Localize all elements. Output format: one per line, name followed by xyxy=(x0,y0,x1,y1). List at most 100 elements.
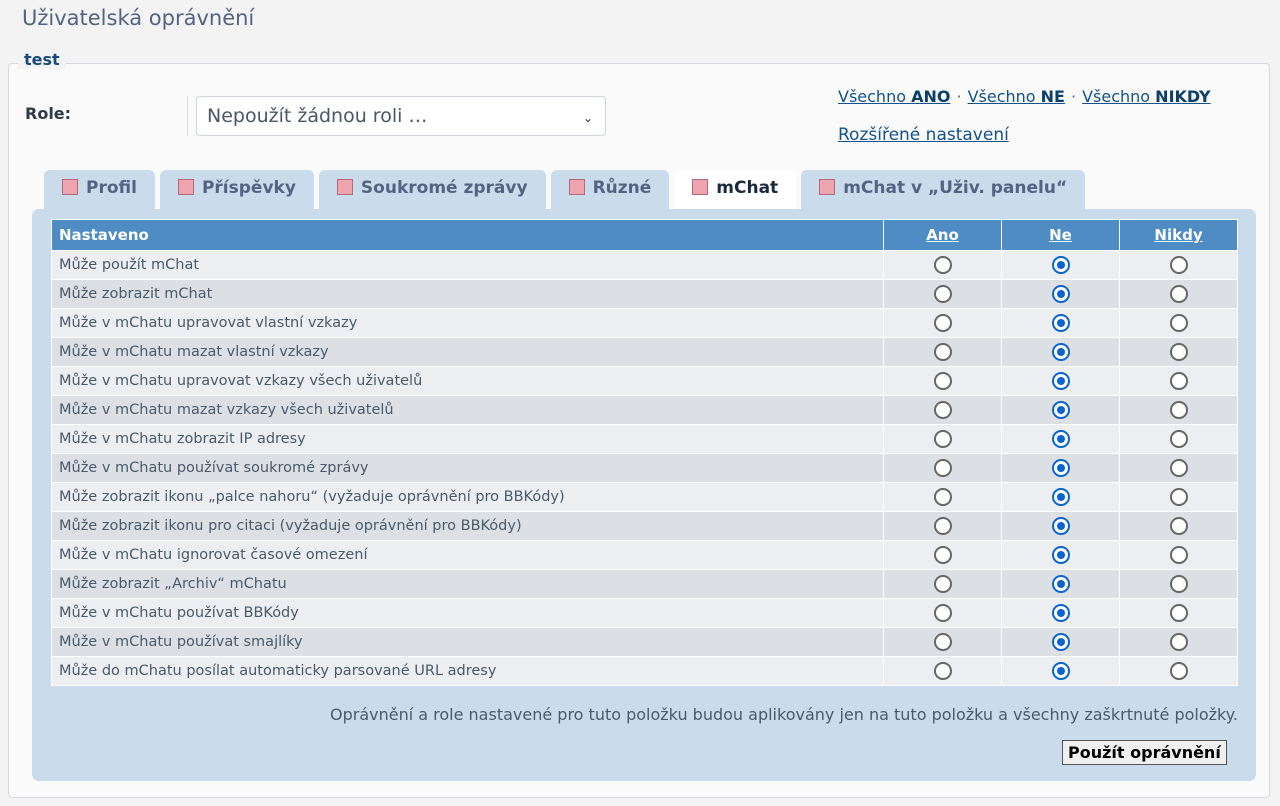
radio-no[interactable] xyxy=(1051,517,1070,535)
radio-yes[interactable] xyxy=(933,256,952,274)
radio-cell-no xyxy=(1001,395,1120,425)
radio-never[interactable] xyxy=(1169,430,1188,448)
radio-no[interactable] xyxy=(1051,546,1070,564)
group-legend: test xyxy=(18,50,66,69)
radio-never[interactable] xyxy=(1169,459,1188,477)
radio-cell-no xyxy=(1001,569,1120,599)
radio-yes[interactable] xyxy=(933,546,952,564)
radio-cell-yes xyxy=(883,569,1002,599)
radio-no[interactable] xyxy=(1051,256,1070,274)
radio-no[interactable] xyxy=(1051,633,1070,651)
role-label: Role: xyxy=(25,104,72,123)
radio-cell-no xyxy=(1001,656,1120,686)
table-row: Může do mChatu posílat automaticky parso… xyxy=(51,656,1238,686)
radio-cell-yes xyxy=(883,540,1002,570)
table-row: Může zobrazit ikonu „palce nahoru“ (vyža… xyxy=(51,482,1238,512)
link-separator: · xyxy=(956,87,962,106)
radio-cell-never xyxy=(1119,569,1238,599)
radio-yes[interactable] xyxy=(933,662,952,680)
header-yes-link[interactable]: Ano xyxy=(883,219,1002,251)
radio-no[interactable] xyxy=(1051,314,1070,332)
permission-label: Může v mChatu ignorovat časové omezení xyxy=(51,540,884,570)
radio-yes[interactable] xyxy=(933,430,952,448)
permission-label: Může v mChatu používat soukromé zprávy xyxy=(51,453,884,483)
radio-no[interactable] xyxy=(1051,401,1070,419)
radio-yes[interactable] xyxy=(933,285,952,303)
radio-cell-yes xyxy=(883,511,1002,541)
radio-cell-no xyxy=(1001,279,1120,309)
tab-5[interactable]: mChat v „Uživ. panelu“ xyxy=(801,170,1086,210)
radio-never[interactable] xyxy=(1169,604,1188,622)
radio-no[interactable] xyxy=(1051,662,1070,680)
permission-status-icon xyxy=(177,179,194,195)
tab-2[interactable]: Soukromé zprávy xyxy=(318,170,546,210)
radio-no[interactable] xyxy=(1051,488,1070,506)
radio-cell-never xyxy=(1119,627,1238,657)
radio-no[interactable] xyxy=(1051,372,1070,390)
radio-yes[interactable] xyxy=(933,459,952,477)
table-row: Může v mChatu používat smajlíky xyxy=(51,627,1238,657)
radio-yes[interactable] xyxy=(933,604,952,622)
radio-cell-no xyxy=(1001,308,1120,338)
all-never-link[interactable]: Všechno NIKDY xyxy=(1082,87,1211,106)
role-select[interactable]: Nepoužít žádnou roli … ⌄ xyxy=(196,96,606,136)
role-divider xyxy=(187,96,188,136)
radio-no[interactable] xyxy=(1051,604,1070,622)
radio-yes[interactable] xyxy=(933,633,952,651)
radio-never[interactable] xyxy=(1169,488,1188,506)
tab-3[interactable]: Různé xyxy=(550,170,670,210)
table-row: Může zobrazit ikonu pro citaci (vyžaduje… xyxy=(51,511,1238,541)
radio-yes[interactable] xyxy=(933,372,952,390)
permission-label: Může v mChatu používat smajlíky xyxy=(51,627,884,657)
header-label: Nastaveno xyxy=(51,219,884,251)
radio-cell-no xyxy=(1001,337,1120,367)
apply-permissions-button[interactable]: Použít oprávnění xyxy=(1062,740,1227,765)
table-row: Může v mChatu používat soukromé zprávy xyxy=(51,453,1238,483)
tab-0[interactable]: Profil xyxy=(44,170,155,210)
header-no-link[interactable]: Ne xyxy=(1001,219,1120,251)
radio-never[interactable] xyxy=(1169,517,1188,535)
radio-cell-never xyxy=(1119,337,1238,367)
all-no-link[interactable]: Všechno NE xyxy=(968,87,1065,106)
radio-cell-never xyxy=(1119,656,1238,686)
permission-label: Může v mChatu používat BBKódy xyxy=(51,598,884,628)
radio-never[interactable] xyxy=(1169,633,1188,651)
permissions-table: Nastaveno Ano Ne Nikdy Může použít mChat… xyxy=(51,219,1238,686)
radio-cell-yes xyxy=(883,482,1002,512)
radio-yes[interactable] xyxy=(933,401,952,419)
radio-never[interactable] xyxy=(1169,256,1188,274)
radio-never[interactable] xyxy=(1169,401,1188,419)
tab-4[interactable]: mChat xyxy=(674,170,797,211)
radio-never[interactable] xyxy=(1169,575,1188,593)
radio-no[interactable] xyxy=(1051,285,1070,303)
radio-yes[interactable] xyxy=(933,314,952,332)
radio-cell-never xyxy=(1119,598,1238,628)
radio-never[interactable] xyxy=(1169,314,1188,332)
radio-never[interactable] xyxy=(1169,343,1188,361)
radio-yes[interactable] xyxy=(933,517,952,535)
table-row: Může v mChatu zobrazit IP adresy xyxy=(51,424,1238,454)
radio-yes[interactable] xyxy=(933,343,952,361)
radio-never[interactable] xyxy=(1169,372,1188,390)
permission-status-icon xyxy=(692,179,709,195)
table-row: Může v mChatu upravovat vlastní vzkazy xyxy=(51,308,1238,338)
radio-cell-yes xyxy=(883,656,1002,686)
tab-label: Profil xyxy=(86,178,137,198)
radio-never[interactable] xyxy=(1169,546,1188,564)
radio-cell-yes xyxy=(883,279,1002,309)
radio-never[interactable] xyxy=(1169,285,1188,303)
radio-no[interactable] xyxy=(1051,459,1070,477)
all-yes-link[interactable]: Všechno ANO xyxy=(838,87,950,106)
radio-yes[interactable] xyxy=(933,575,952,593)
radio-no[interactable] xyxy=(1051,430,1070,448)
radio-no[interactable] xyxy=(1051,343,1070,361)
permission-label: Může použít mChat xyxy=(51,250,884,280)
radio-yes[interactable] xyxy=(933,488,952,506)
advanced-settings-link[interactable]: Rozšířené nastavení xyxy=(838,125,1009,145)
radio-no[interactable] xyxy=(1051,575,1070,593)
radio-cell-never xyxy=(1119,511,1238,541)
permission-label: Může zobrazit mChat xyxy=(51,279,884,309)
header-never-link[interactable]: Nikdy xyxy=(1119,219,1238,251)
radio-never[interactable] xyxy=(1169,662,1188,680)
tab-1[interactable]: Příspěvky xyxy=(159,170,314,210)
